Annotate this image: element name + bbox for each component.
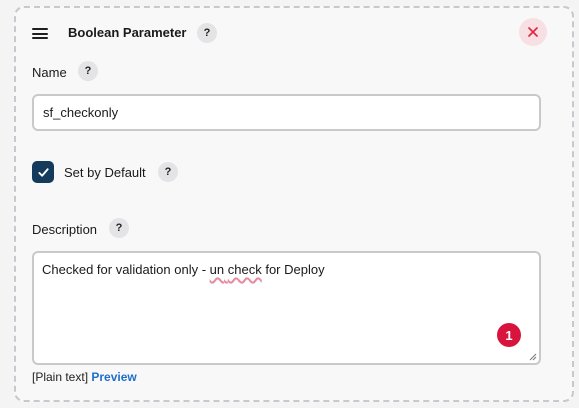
- preview-link[interactable]: Preview: [91, 370, 136, 384]
- spellcheck-word[interactable]: un: [210, 262, 224, 277]
- resize-grip-icon[interactable]: [529, 353, 537, 361]
- description-textarea[interactable]: Checked for validation only - un check f…: [32, 251, 541, 365]
- close-button[interactable]: [519, 18, 547, 46]
- close-x-icon: [528, 27, 538, 37]
- checkmark-icon: [37, 167, 49, 177]
- hamburger-menu-icon[interactable]: [32, 28, 48, 39]
- description-help-icon[interactable]: ?: [109, 218, 129, 238]
- help-icon[interactable]: ?: [197, 23, 217, 43]
- set-by-default-checkbox[interactable]: [32, 161, 54, 183]
- format-footer: [Plain text] Preview: [32, 370, 137, 384]
- boolean-parameter-card: Boolean Parameter ? Name ? Set by Defaul…: [14, 6, 574, 402]
- set-by-default-label[interactable]: Set by Default: [64, 165, 146, 180]
- spellcheck-word[interactable]: check: [228, 262, 262, 277]
- description-text: for Deploy: [261, 262, 325, 277]
- description-label: Description: [32, 222, 98, 237]
- error-count-badge[interactable]: 1: [497, 323, 521, 347]
- name-help-icon[interactable]: ?: [78, 61, 98, 81]
- default-help-icon[interactable]: ?: [158, 162, 178, 182]
- description-text: Checked for validation only -: [42, 262, 210, 277]
- name-label: Name: [32, 65, 67, 80]
- name-input[interactable]: [32, 94, 541, 131]
- format-label: [Plain text]: [32, 370, 89, 384]
- parameter-type-title: Boolean Parameter: [68, 25, 187, 40]
